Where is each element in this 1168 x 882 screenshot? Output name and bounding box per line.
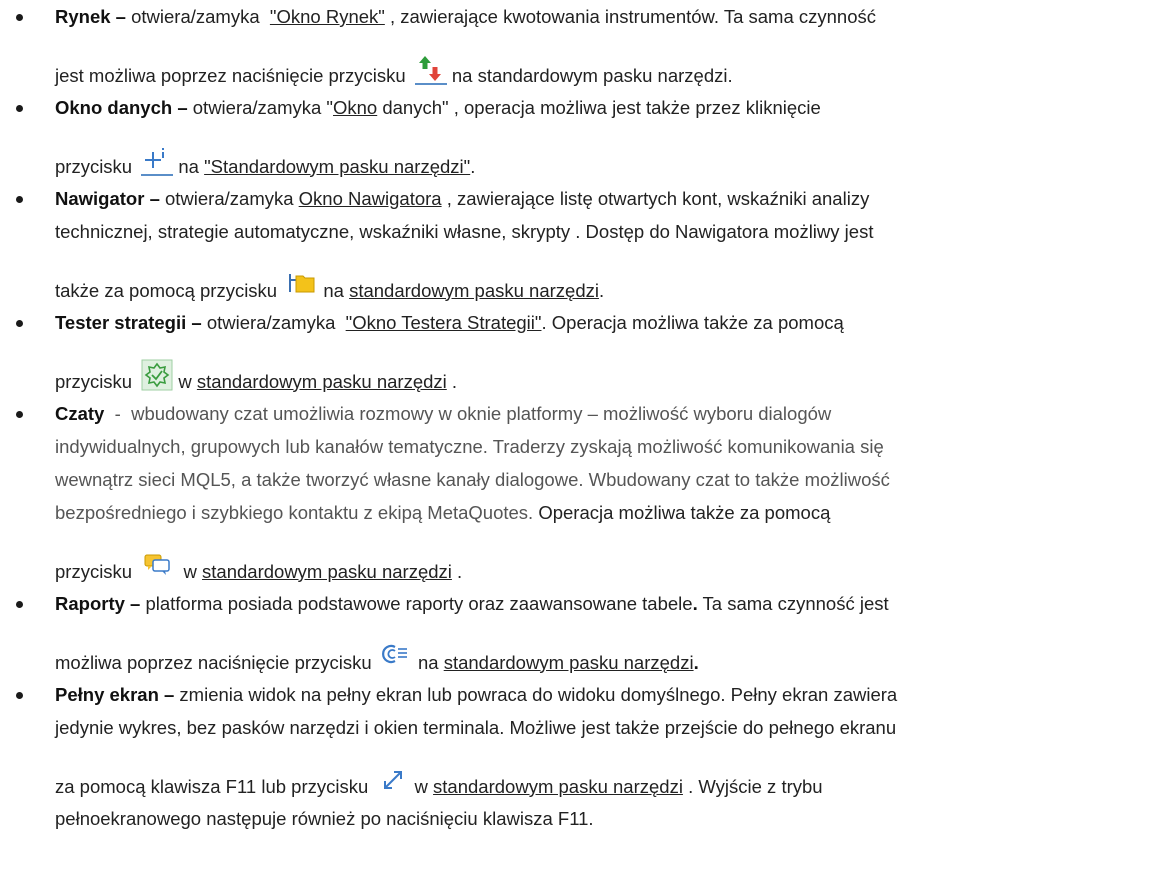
link-okno-rynek[interactable]: "Okno Rynek" <box>270 6 385 27</box>
text: wewnątrz sieci MQL5, a także tworzyć wła… <box>55 469 890 490</box>
text: Operacja możliwa także za pomocą <box>533 502 831 523</box>
bullet <box>16 196 23 203</box>
text: . <box>598 279 605 301</box>
text: , zawierające kwotowania instrumentów. T… <box>384 6 877 27</box>
navigator-icon <box>286 268 318 300</box>
text: zmienia widok na pełny ekran lub powraca… <box>174 684 898 705</box>
text: . Wyjście z trybu <box>682 775 823 797</box>
chats-icon <box>141 549 173 581</box>
link-standard-toolbar[interactable]: "Standardowym pasku narzędzi" <box>204 157 470 177</box>
reports-icon <box>381 640 413 672</box>
text: w <box>409 775 434 797</box>
text: na <box>173 155 205 177</box>
text: jest możliwa poprzez naciśnięcie przycis… <box>55 64 411 86</box>
term-label: Nawigator – <box>55 188 160 209</box>
bullet <box>16 320 23 327</box>
text: Ta sama czynność jest <box>697 593 889 614</box>
bullet <box>16 601 23 608</box>
list-item-reports: Raporty – platforma posiada podstawowe r… <box>0 587 1168 678</box>
link-standard-toolbar[interactable]: standardowym pasku narzędzi <box>197 372 447 392</box>
text: . <box>446 370 458 392</box>
market-watch-icon <box>414 53 447 85</box>
text: także za pomocą przycisku <box>55 279 283 301</box>
term-label: Pełny ekran – <box>55 684 175 705</box>
link-standard-toolbar[interactable]: standardowym pasku narzędzi <box>349 281 599 301</box>
text: , zawierające listę otwartych kont, wska… <box>441 188 870 209</box>
bullet <box>16 14 23 21</box>
link-okno[interactable]: Okno <box>333 97 377 118</box>
term-label: Tester strategii – <box>55 312 202 333</box>
fullscreen-icon <box>377 764 409 796</box>
text: jedynie wykres, bez pasków narzędzi i ok… <box>55 717 897 738</box>
link-okno-testera[interactable]: "Okno Testera Strategii" <box>346 312 542 333</box>
term-label: Czaty <box>55 403 105 424</box>
text: otwiera/zamyka <box>201 312 346 333</box>
text: technicznej, strategie automatyczne, wsk… <box>55 221 874 242</box>
link-standard-toolbar[interactable]: standardowym pasku narzędzi <box>444 653 694 673</box>
text: bezpośredniego i szybkiego kontaktu z ek… <box>55 502 534 523</box>
list-item-market: Rynek – otwiera/zamyka "Okno Rynek" , za… <box>0 0 1168 91</box>
list-item-strategy-tester: Tester strategii – otwiera/zamyka "Okno … <box>0 306 1168 397</box>
text: możliwa poprzez naciśnięcie przycisku <box>55 651 377 673</box>
text: platforma posiada podstawowe raporty ora… <box>140 593 693 614</box>
text: pełnoekranowego następuje również po nac… <box>55 808 594 829</box>
text: przycisku <box>55 155 138 177</box>
list-item-data-window: Okno danych – otwiera/zamyka "Okno danyc… <box>0 91 1168 182</box>
text: indywidualnych, grupowych lub kanałów te… <box>55 436 884 457</box>
bullet <box>16 105 23 112</box>
text: przycisku <box>55 560 138 582</box>
strategy-tester-icon <box>141 359 173 391</box>
list-item-fullscreen: Pełny ekran – zmienia widok na pełny ekr… <box>0 678 1168 835</box>
text: w <box>173 560 203 582</box>
text: danych" , operacja możliwa jest także pr… <box>377 97 821 118</box>
term-label: Raporty – <box>55 593 141 614</box>
bullet-list: Rynek – otwiera/zamyka "Okno Rynek" , za… <box>0 0 1168 835</box>
text: w <box>173 370 197 392</box>
data-window-icon <box>141 144 174 176</box>
bullet <box>16 692 23 699</box>
link-okno-nawigatora[interactable]: Okno Nawigatora <box>299 188 442 209</box>
text: . <box>693 651 699 673</box>
text: . Operacja możliwa także za pomocą <box>541 312 844 333</box>
text: otwiera/zamyka <box>125 6 270 27</box>
text: otwiera/zamyka " <box>187 97 333 118</box>
text: - wbudowany czat umożliwia rozmowy w okn… <box>104 403 832 424</box>
text: na <box>412 651 444 673</box>
text: . <box>470 155 476 177</box>
term-label: Rynek – <box>55 6 126 27</box>
list-item-chats: Czaty - wbudowany czat umożliwia rozmowy… <box>0 397 1168 587</box>
text: otwiera/zamyka <box>159 188 299 209</box>
text: na <box>318 279 350 301</box>
link-standard-toolbar[interactable]: standardowym pasku narzędzi <box>433 777 683 797</box>
text: na standardowym pasku narzędzi. <box>446 64 733 86</box>
bullet <box>16 411 23 418</box>
link-standard-toolbar[interactable]: standardowym pasku narzędzi <box>202 562 452 582</box>
text: . <box>451 560 463 582</box>
text: za pomocą klawisza F11 lub przycisku <box>55 775 374 797</box>
list-item-navigator: Nawigator – otwiera/zamyka Okno Nawigato… <box>0 182 1168 306</box>
text: przycisku <box>55 370 138 392</box>
term-label: Okno danych – <box>55 97 188 118</box>
